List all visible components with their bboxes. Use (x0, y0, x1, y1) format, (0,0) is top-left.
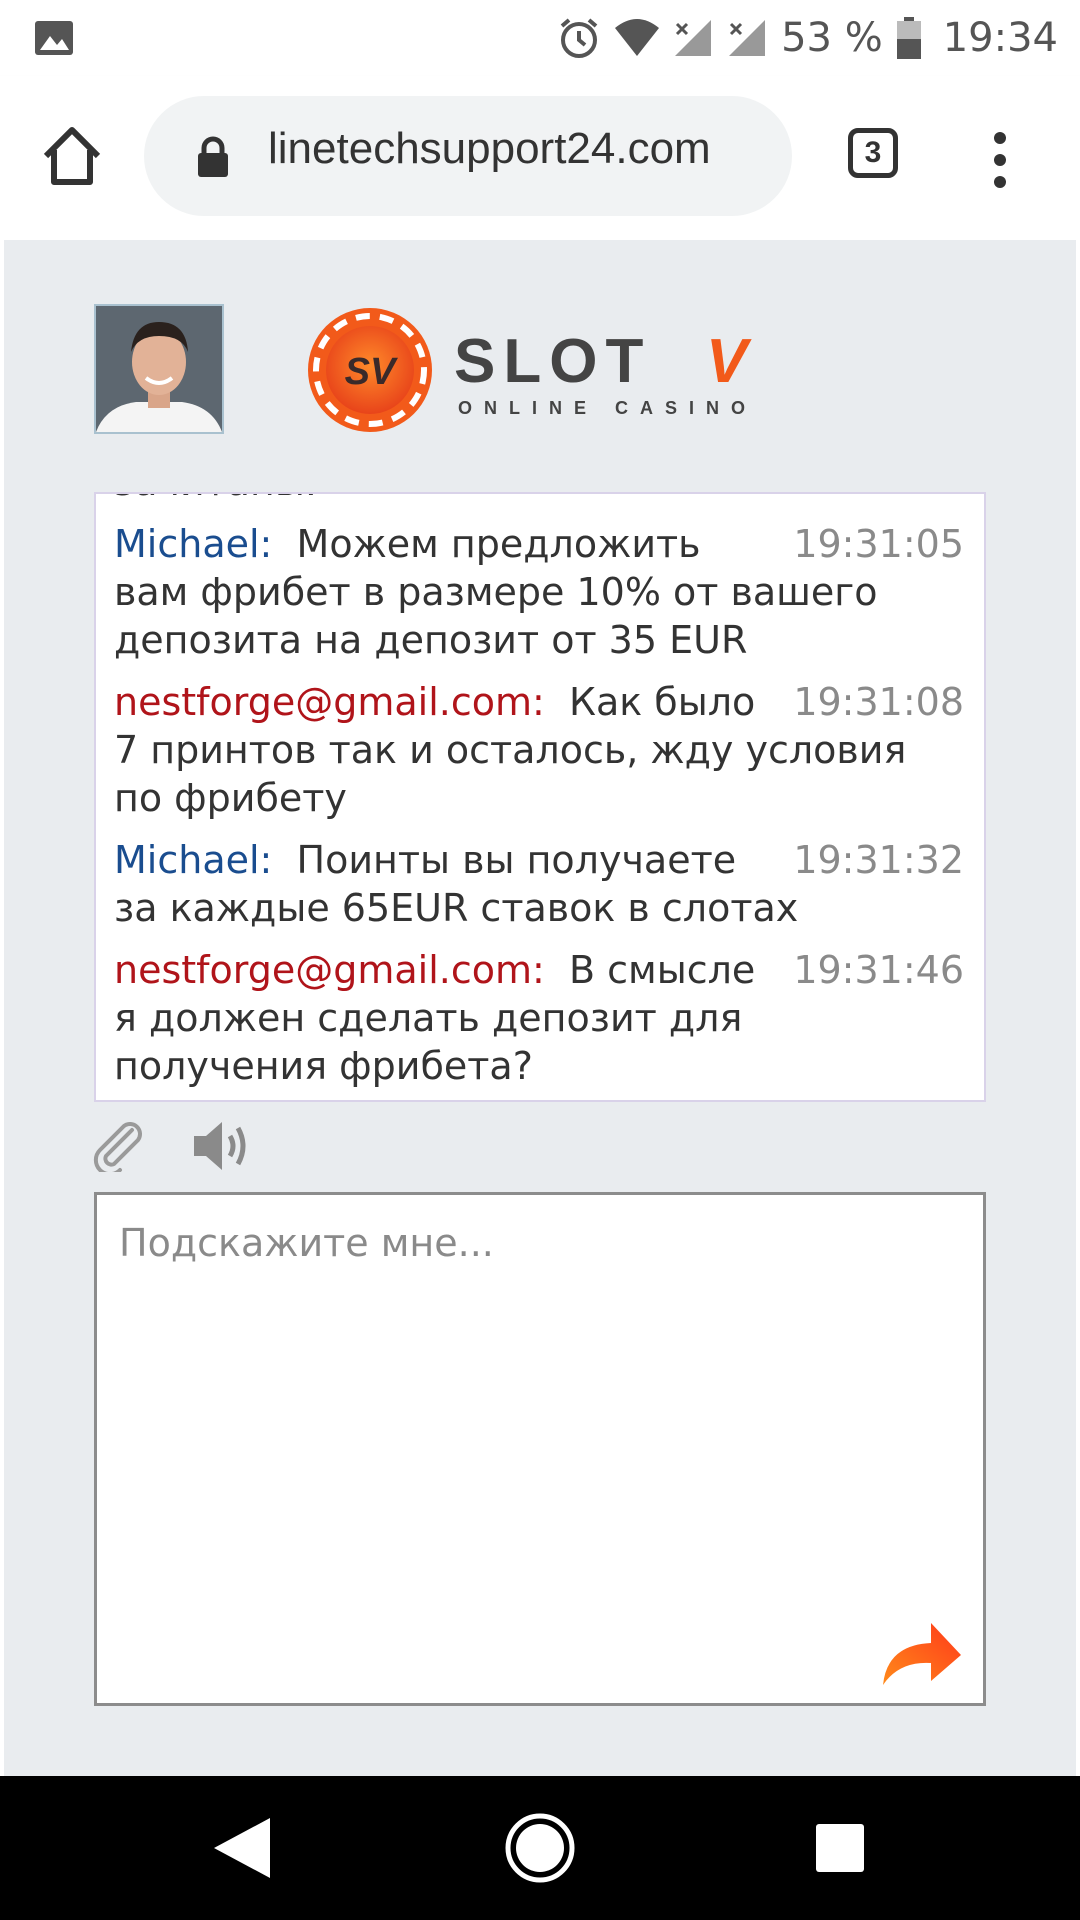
recents-icon[interactable] (816, 1824, 864, 1872)
chat-message: 19:31:46 nestforge@gmail.com: В смысле я … (114, 946, 964, 1090)
wifi-icon (615, 19, 660, 56)
logo-tagline: ONLINE CASINO (458, 398, 757, 418)
chat-message: 19:31:08 nestforge@gmail.com: Как было 7 … (114, 678, 964, 822)
message-time: 19:31:08 (793, 680, 964, 724)
chat-history[interactable]: зачитаны. 19:31:05Michael: Можем предлож… (94, 492, 986, 1102)
message-author: nestforge@gmail.com: (114, 680, 545, 724)
system-nav-bar (0, 1776, 1080, 1920)
image-notification-icon (35, 21, 73, 55)
more-vert-icon[interactable] (980, 130, 1020, 190)
home-nav-icon[interactable] (504, 1812, 576, 1884)
back-icon[interactable] (212, 1816, 272, 1880)
battery-percent: 53 % (781, 15, 883, 61)
message-author: Michael: (114, 838, 273, 882)
message-input-box (94, 1192, 986, 1706)
logo-name-accent: V (706, 327, 752, 396)
message-time: 19:31:46 (793, 948, 964, 992)
tab-switcher-button[interactable]: 3 (848, 128, 898, 178)
speaker-icon[interactable] (192, 1118, 250, 1174)
slotv-logo: SV SLOT V ONLINE CASINO (308, 308, 757, 432)
send-arrow-icon[interactable] (881, 1619, 963, 1687)
message-author: nestforge@gmail.com: (114, 948, 545, 992)
battery-icon (896, 17, 921, 59)
clock: 19:34 (942, 15, 1058, 61)
agent-portrait (96, 306, 222, 432)
chat-page: SV SLOT V ONLINE CASINO зачитаны. 19:31:… (0, 240, 1080, 1776)
status-bar: 53 % 19:34 (0, 0, 1080, 76)
page-edge (0, 240, 4, 1776)
signal-x-icon-2 (729, 20, 766, 56)
page-edge (1076, 240, 1080, 1776)
logo-name: SLOT (454, 327, 651, 396)
message-time: 19:31:32 (793, 838, 964, 882)
agent-avatar (94, 304, 224, 434)
message-time: 19:31:05 (793, 522, 964, 566)
browser-toolbar: linetechsupport24.com 3 (0, 76, 1080, 240)
message-author: Michael: (114, 522, 273, 566)
paperclip-icon[interactable] (92, 1120, 144, 1172)
chat-message: 19:31:32 Michael: Поинты вы получаете за … (114, 836, 964, 932)
url-text: linetechsupport24.com (268, 124, 711, 173)
address-bar[interactable]: linetechsupport24.com (144, 96, 792, 216)
message-input[interactable] (97, 1195, 983, 1703)
chat-message: 19:31:05 Michael: Можем предложить вам фр… (114, 520, 964, 664)
alarm-icon (560, 18, 598, 58)
logo-mark: SV (345, 351, 398, 393)
lock-icon (198, 136, 228, 177)
partial-message: зачитаны. (114, 494, 964, 506)
signal-x-icon (675, 20, 712, 56)
home-icon[interactable] (40, 124, 104, 188)
